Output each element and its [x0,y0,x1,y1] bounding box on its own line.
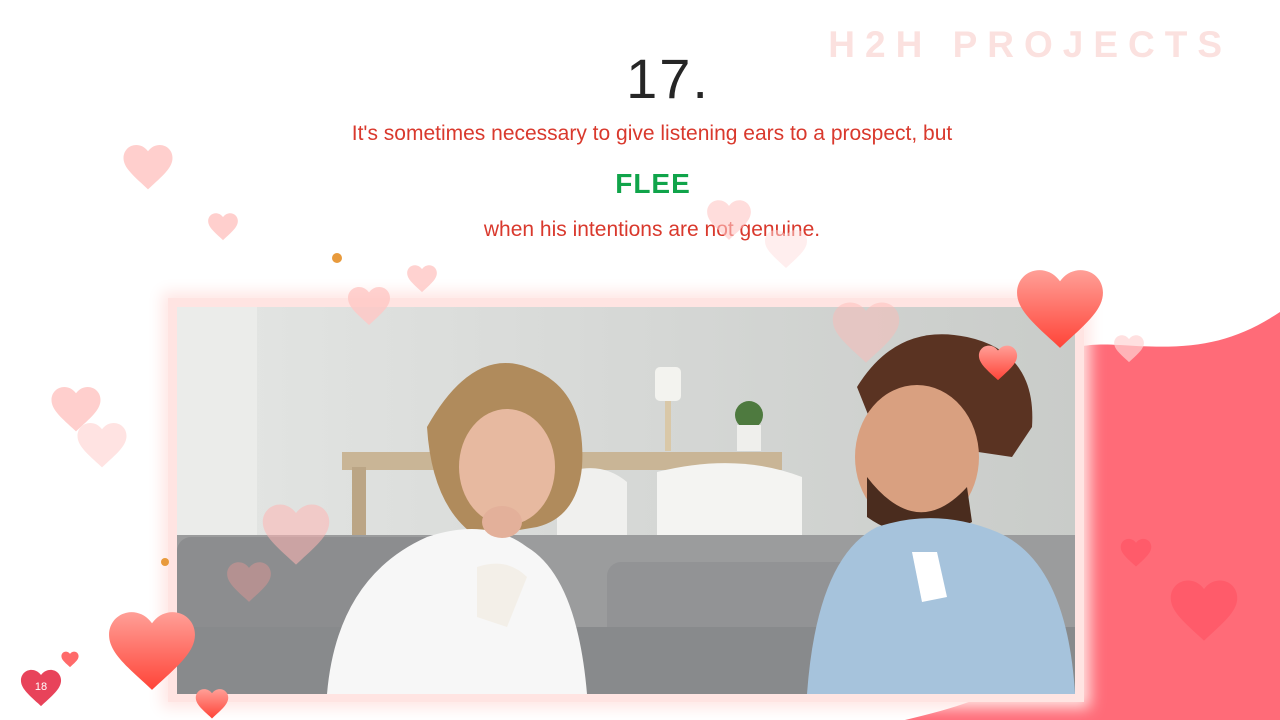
heart-icon [832,302,900,363]
heart-icon [208,213,238,241]
heart-icon [1170,580,1238,641]
heart-icon [1017,270,1103,348]
statement-line-2: when his intentions are not genuine. [483,218,821,241]
heart-icon [195,689,229,719]
page-number: 18 [34,681,48,693]
slide: H2H PROJECTS 17. It's sometimes necessar… [0,0,1280,720]
heart-icon [348,287,390,325]
heart-icon [978,345,1018,381]
heart-icon [407,265,437,293]
heart-icon [1114,335,1144,363]
dot-icon [161,558,169,566]
heart-icon [109,612,195,690]
slide-number-heading: 17. [626,47,710,110]
heart-icon [123,145,173,190]
heart-icon [77,423,127,468]
heart-icon [1120,538,1152,567]
heart-icon [765,230,807,268]
dot-icon [332,253,342,263]
heart-icon [227,562,271,602]
heart-icon [707,200,751,240]
emphasis-word: FLEE [615,168,691,199]
statement-line-1: It's sometimes necessary to give listeni… [351,122,953,145]
